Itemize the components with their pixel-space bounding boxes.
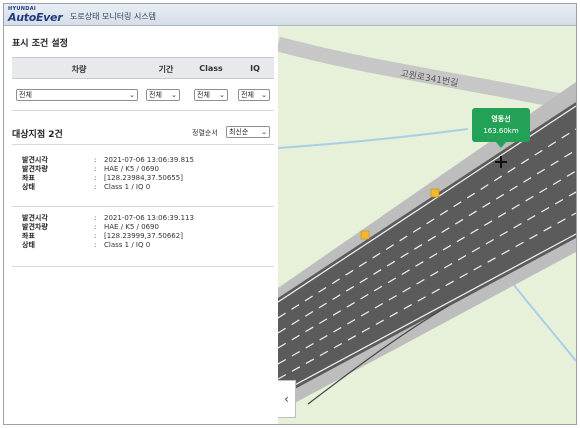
filter-header-iq: IQ — [250, 64, 260, 73]
class-select-value: 전체 — [197, 91, 210, 99]
detection-marker-icon[interactable] — [360, 230, 370, 240]
filter-header-vehicle: 차량 — [71, 65, 87, 74]
callout-route-name: 영동선 — [491, 115, 511, 123]
sort-select-value: 최신순 — [229, 128, 249, 136]
logo-brand-big: AutoEver — [8, 11, 63, 24]
coords-value: [128.23984,37.50655] — [104, 174, 183, 182]
divider — [12, 206, 274, 207]
coords-value: [128.23999,37.50662] — [104, 232, 183, 240]
separator: : — [94, 241, 97, 249]
label-found-time: 발견시각 — [22, 214, 48, 222]
label-status: 상태 — [22, 183, 35, 191]
chevron-down-icon: ⌄ — [261, 91, 267, 99]
divider — [12, 144, 274, 145]
sort-label: 정렬순서 — [192, 129, 218, 137]
map-view[interactable]: 고원로341번길 영동선 163.60km ‹ — [278, 26, 576, 424]
app-window: HYUNDAI AutoEver 도로상태 모니터링 시스템 표시 조건 설정 … — [3, 3, 577, 425]
divider — [12, 266, 274, 267]
callout-distance: 163.60km — [483, 127, 519, 135]
location-callout: 영동선 163.60km — [472, 108, 530, 148]
label-found-vehicle: 발견차량 — [22, 165, 48, 173]
chevron-down-icon: ⌄ — [261, 128, 267, 136]
status-value: Class 1 / IQ 0 — [104, 183, 151, 191]
chevron-left-icon: ‹ — [284, 392, 289, 406]
chevron-down-icon: ⌄ — [219, 91, 225, 99]
status-value: Class 1 / IQ 0 — [104, 241, 151, 249]
separator: : — [94, 165, 97, 173]
label-found-vehicle: 발견차량 — [22, 223, 48, 231]
sort-select[interactable]: 최신순 ⌄ — [226, 126, 270, 138]
detection-marker-icon[interactable] — [430, 188, 440, 198]
filter-table-header: 차량 기간 Class IQ — [12, 57, 274, 79]
label-coords: 좌표 — [22, 232, 35, 240]
separator: : — [94, 214, 97, 222]
vehicle-select[interactable]: 전체 ⌄ — [16, 89, 138, 101]
found-vehicle-value: HAE / K5 / 0690 — [104, 165, 159, 173]
filter-section-title: 표시 조건 설정 — [12, 39, 68, 49]
label-found-time: 발견시각 — [22, 156, 48, 164]
result-item[interactable]: 발견시각:2021-07-06 13:06:39.113 발견차량: HAE / … — [22, 214, 272, 250]
chevron-down-icon: ⌄ — [171, 91, 177, 99]
period-select-value: 전체 — [149, 91, 162, 99]
hyundai-autoever-logo: HYUNDAI AutoEver — [8, 6, 68, 24]
label-coords: 좌표 — [22, 174, 35, 182]
found-vehicle-value: HAE / K5 / 0690 — [104, 223, 159, 231]
label-status: 상태 — [22, 241, 35, 249]
left-panel: 표시 조건 설정 차량 기간 Class IQ 전체 ⌄ 전체 ⌄ 전체 ⌄ 전… — [4, 26, 278, 424]
app-title: 도로상태 모니터링 시스템 — [70, 12, 157, 21]
separator: : — [94, 156, 97, 164]
filter-header-period: 기간 — [158, 65, 174, 74]
panel-toggle-button[interactable]: ‹ — [278, 380, 296, 418]
iq-select[interactable]: 전체 ⌄ — [238, 89, 270, 101]
chevron-down-icon: ⌄ — [129, 91, 135, 99]
class-select[interactable]: 전체 ⌄ — [194, 89, 228, 101]
separator: : — [94, 223, 97, 231]
result-count-title: 대상지점 2건 — [12, 130, 63, 140]
result-item[interactable]: 발견시각:2021-07-06 13:06:39.815 발견차량: HAE / … — [22, 156, 272, 192]
vehicle-select-value: 전체 — [19, 91, 32, 99]
found-time-value: 2021-07-06 13:06:39.815 — [104, 156, 194, 164]
callout-pointer — [496, 142, 506, 148]
period-select[interactable]: 전체 ⌄ — [146, 89, 180, 101]
separator: : — [94, 174, 97, 182]
separator: : — [94, 183, 97, 191]
separator: : — [94, 232, 97, 240]
filter-header-class: Class — [199, 64, 223, 73]
app-header: HYUNDAI AutoEver 도로상태 모니터링 시스템 — [4, 4, 576, 26]
map-canvas: 고원로341번길 — [278, 36, 576, 412]
found-time-value: 2021-07-06 13:06:39.113 — [104, 214, 194, 222]
divider — [12, 110, 274, 111]
iq-select-value: 전체 — [241, 91, 254, 99]
river-line — [278, 128, 469, 149]
